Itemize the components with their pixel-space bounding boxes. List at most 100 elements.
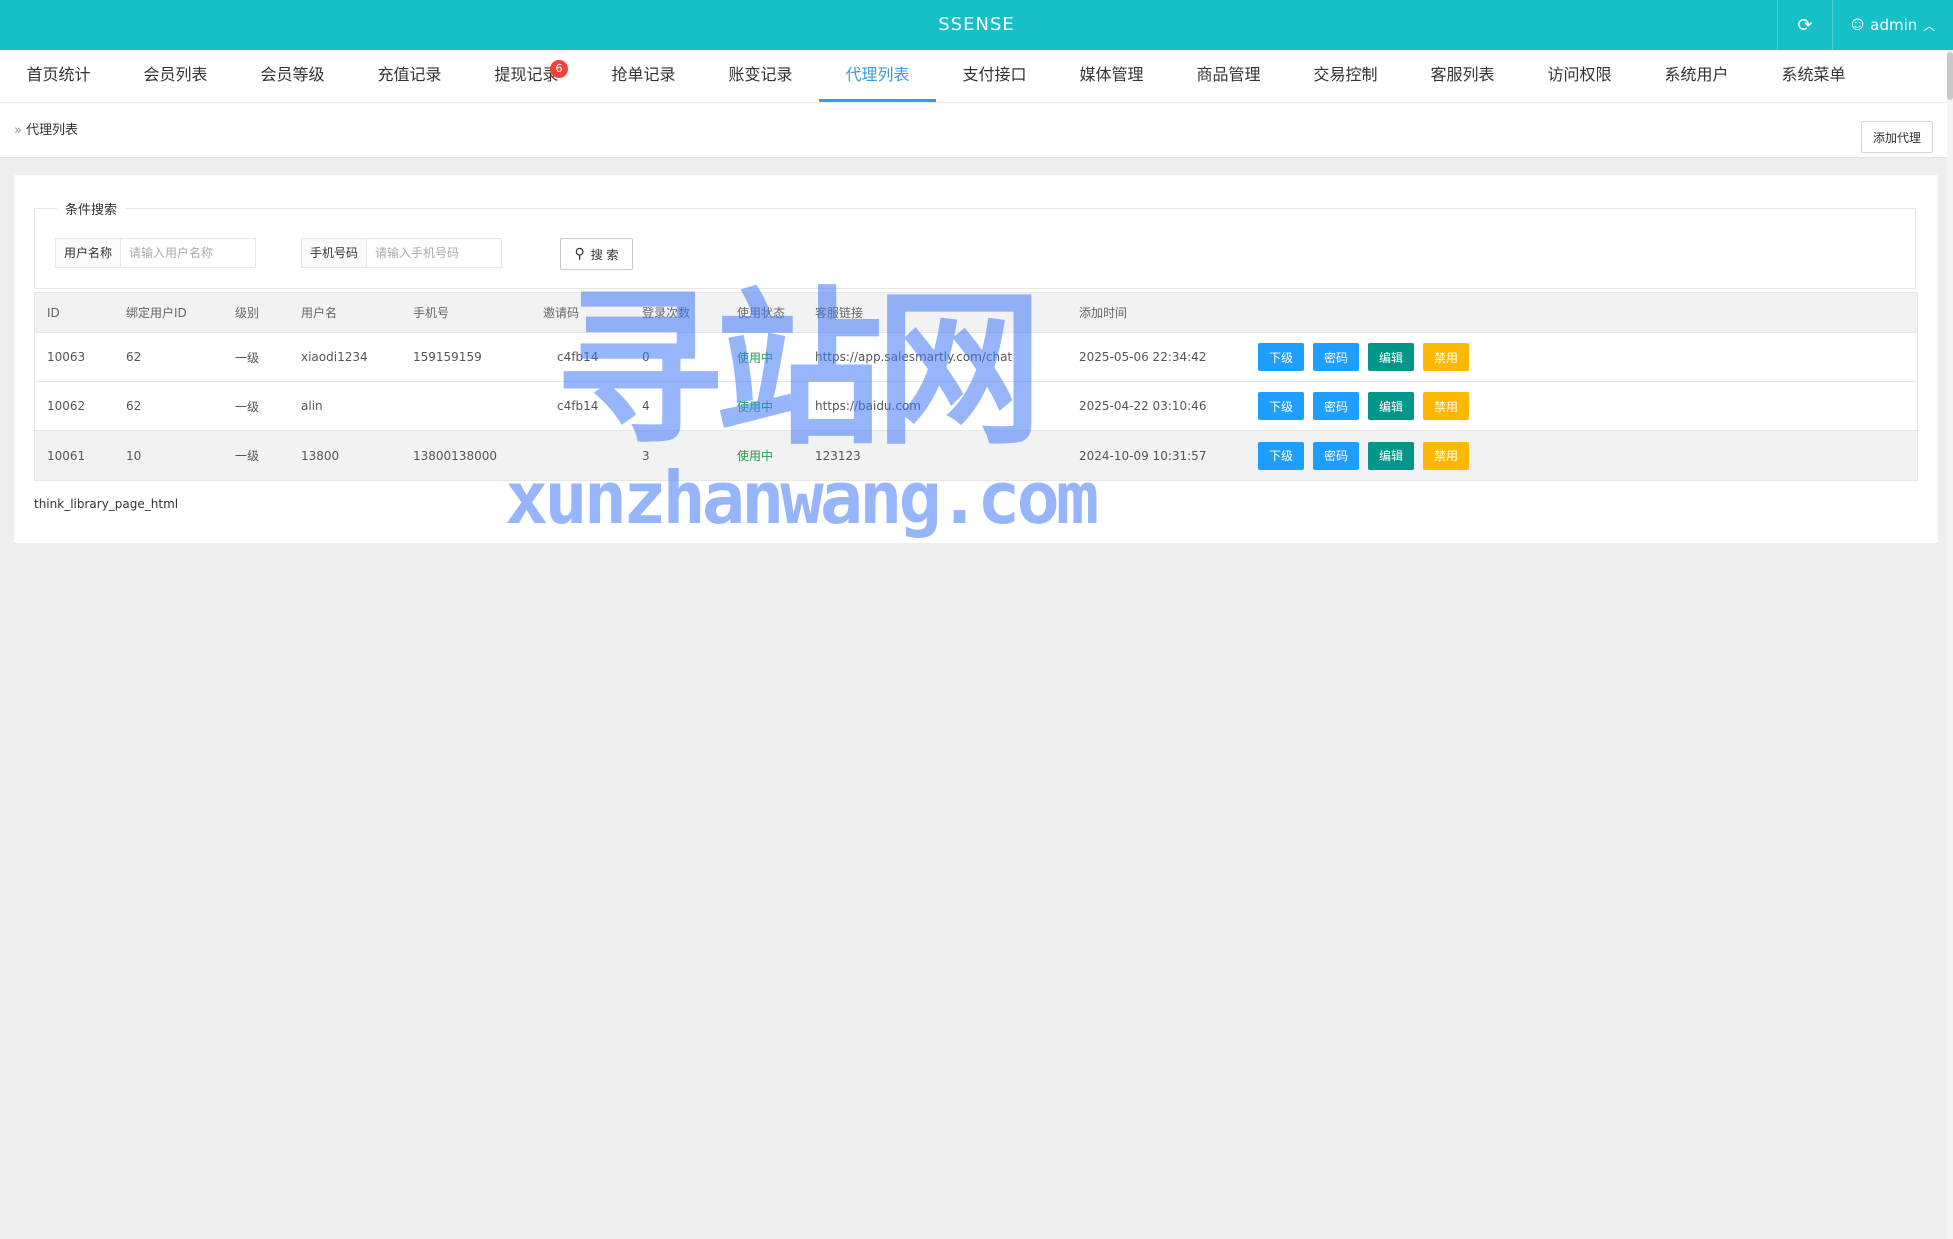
scrollbar-thumb[interactable] [1947, 52, 1953, 100]
user-name: admin [1870, 16, 1918, 34]
password-button[interactable]: 密码 [1313, 392, 1360, 420]
cell-id: 10063 [47, 350, 86, 364]
cell-username: 13800 [301, 448, 340, 463]
subordinate-button[interactable]: 下级 [1258, 441, 1305, 470]
user-menu[interactable]: ☺ admin ︿ [1833, 0, 1953, 50]
cell-bind-uid: 62 [126, 399, 142, 413]
cell-bind-uid: 10 [126, 448, 142, 463]
nav-item[interactable]: 交易控制 [1287, 50, 1404, 102]
nav-item[interactable]: 抢单记录 [585, 50, 702, 102]
row-actions: 下级 密码 编辑 禁用 [1258, 333, 1470, 381]
nav-item[interactable]: 系统用户 [1638, 50, 1755, 102]
password-button[interactable]: 密码 [1313, 441, 1360, 470]
page-scrollbar[interactable] [1947, 50, 1953, 1239]
nav-item[interactable]: 充值记录 [351, 50, 468, 102]
table-row: 10061 10 一级 13800 13800138000 3 使用中 123123 2024-… [35, 431, 1917, 480]
cell-link: 123123 [815, 448, 861, 463]
nav-item-label: 会员列表 [143, 65, 208, 84]
phone-label: 手机号码 [302, 239, 368, 267]
cell-status: 使用中 [737, 449, 774, 463]
edit-button[interactable]: 编辑 [1368, 441, 1415, 470]
cell-status: 使用中 [737, 399, 774, 414]
nav-item[interactable]: 媒体管理 [1053, 50, 1170, 102]
main-nav: 首页统计 会员列表 会员等级 充值记录 提现记录 6 抢单记录 账变记录 代理列表 支付接口 媒体管… [0, 50, 1947, 102]
column-header: 用户名 [301, 306, 338, 320]
subordinate-button[interactable]: 下级 [1258, 392, 1305, 420]
double-chevron-icon: » [14, 123, 22, 138]
nav-item[interactable]: 会员等级 [234, 50, 351, 102]
column-header: 级别 [235, 306, 260, 320]
nav-item[interactable]: 系统菜单 [1755, 50, 1872, 102]
column-header: 绑定用户ID [126, 306, 187, 320]
cell-invite: c4fb14 [557, 399, 599, 413]
search-button[interactable]: ⚲ 搜 索 [560, 238, 633, 270]
chevron-up-icon: ︿ [1923, 18, 1936, 33]
cell-id: 10061 [47, 448, 86, 463]
subordinate-button[interactable]: 下级 [1258, 343, 1305, 371]
content-card: 条件搜索 用户名称 手机号码 ⚲ 搜 索 ID 绑定用户ID 级别 用户名 手机号 邀请码… [14, 175, 1938, 543]
nav-item-label: 交易控制 [1313, 65, 1378, 84]
cell-status: 使用中 [737, 350, 774, 365]
breadcrumb-bar: » 代理列表 添加代理 [0, 102, 1947, 158]
nav-item-label: 提现记录 [494, 65, 559, 84]
nav-item[interactable]: 首页统计 [0, 50, 117, 102]
add-agent-button[interactable]: 添加代理 [1861, 121, 1933, 153]
nav-item-label: 访问权限 [1547, 65, 1612, 84]
brand-title: SSENSE [938, 14, 1015, 35]
username-input[interactable] [121, 239, 256, 267]
nav-item-label: 会员等级 [260, 65, 325, 84]
top-header: SSENSE ⟳ ☺ admin ︿ [0, 0, 1953, 50]
nav-item[interactable]: 客服列表 [1404, 50, 1521, 102]
cell-logins: 0 [642, 350, 650, 364]
cell-link: https://baidu.com [815, 399, 921, 413]
nav-item[interactable]: 会员列表 [117, 50, 234, 102]
column-header: ID [47, 305, 60, 320]
refresh-button[interactable]: ⟳ [1777, 0, 1833, 50]
cell-username: xiaodi1234 [301, 350, 368, 364]
search-form: 条件搜索 用户名称 手机号码 ⚲ 搜 索 [34, 199, 1916, 289]
column-header: 邀请码 [543, 306, 580, 320]
edit-button[interactable]: 编辑 [1368, 392, 1415, 420]
phone-input[interactable] [367, 239, 502, 267]
table-row: 10062 62 一级 alin c4fb14 4 使用中 https://baidu.com… [35, 382, 1917, 431]
nav-item-label: 媒体管理 [1079, 65, 1144, 84]
cell-link: https://app.salesmartly.com/chat [815, 350, 1013, 364]
agent-table: ID 绑定用户ID 级别 用户名 手机号 邀请码 登录次数 使用状态 客服链接 添加时间 10063… [34, 292, 1918, 481]
table-row: 10063 62 一级 xiaodi1234 159159159 c4fb14 0 使用中 ht… [35, 333, 1917, 382]
cell-logins: 3 [642, 448, 650, 463]
nav-item-label: 支付接口 [962, 65, 1027, 84]
user-icon: ☺ [1850, 17, 1865, 33]
nav-item-label: 抢单记录 [611, 65, 676, 84]
disable-button[interactable]: 禁用 [1423, 343, 1470, 371]
nav-item[interactable]: 账变记录 [702, 50, 819, 102]
username-label: 用户名称 [56, 239, 122, 267]
nav-item-label: 充值记录 [377, 65, 442, 84]
password-button[interactable]: 密码 [1313, 343, 1360, 371]
breadcrumb-current: 代理列表 [25, 123, 78, 138]
cell-time: 2025-05-06 22:34:42 [1079, 350, 1207, 364]
cell-time: 2025-04-22 03:10:46 [1079, 399, 1207, 413]
nav-item[interactable]: 商品管理 [1170, 50, 1287, 102]
disable-button[interactable]: 禁用 [1423, 441, 1470, 470]
cell-invite: c4fb14 [557, 350, 599, 364]
column-header: 客服链接 [815, 306, 864, 320]
disable-button[interactable]: 禁用 [1423, 392, 1470, 420]
row-actions: 下级 密码 编辑 禁用 [1258, 431, 1470, 480]
cell-time: 2024-10-09 10:31:57 [1079, 448, 1207, 463]
column-header: 添加时间 [1079, 306, 1128, 320]
nav-item[interactable]: 访问权限 [1521, 50, 1638, 102]
nav-item-label: 首页统计 [26, 65, 91, 84]
nav-item-label: 商品管理 [1196, 65, 1261, 84]
nav-item[interactable]: 支付接口 [936, 50, 1053, 102]
cell-level: 一级 [235, 449, 260, 463]
pagination-text: think_library_page_html [34, 497, 179, 511]
nav-item[interactable]: 代理列表 [819, 50, 936, 102]
search-button-label: 搜 索 [590, 247, 619, 262]
nav-item[interactable]: 提现记录 6 [468, 50, 585, 102]
cell-logins: 4 [642, 399, 650, 413]
search-legend: 条件搜索 [65, 203, 118, 218]
cell-bind-uid: 62 [126, 350, 142, 364]
edit-button[interactable]: 编辑 [1368, 343, 1415, 371]
cell-id: 10062 [47, 399, 86, 413]
column-header: 使用状态 [737, 306, 786, 320]
